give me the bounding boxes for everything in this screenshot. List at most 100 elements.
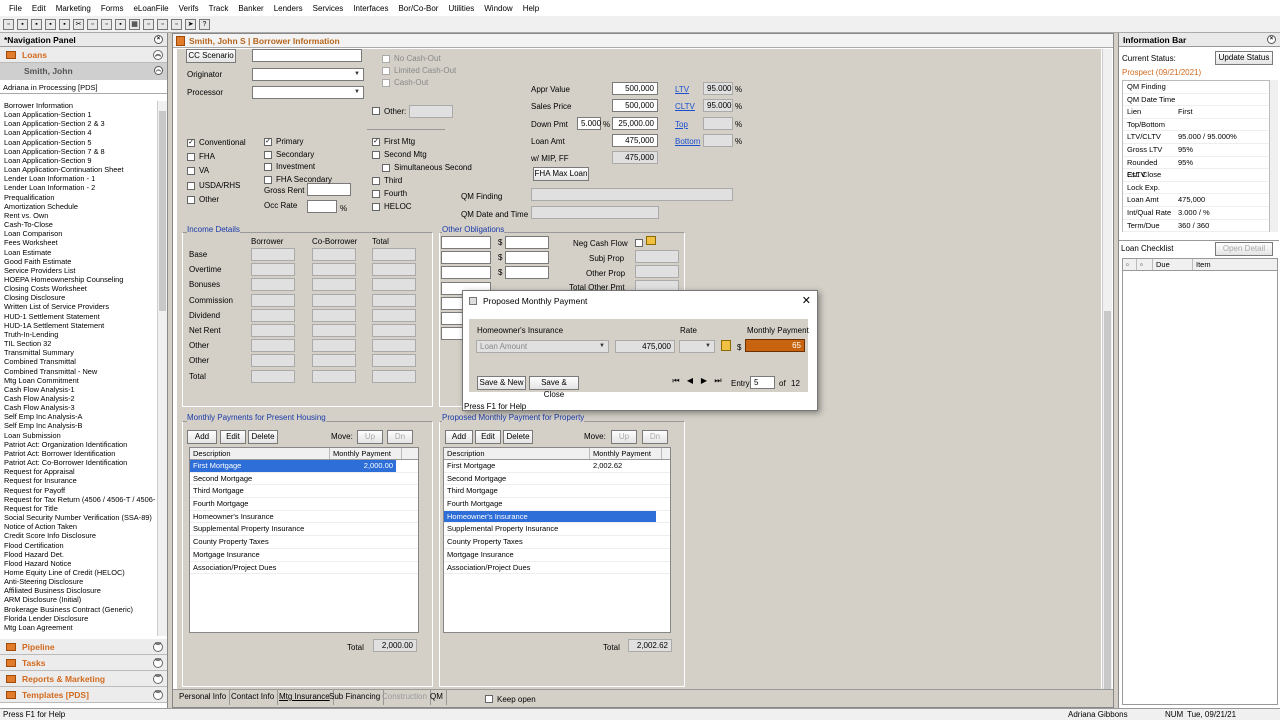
table-row[interactable]: Homeowner's Insurance [444,510,670,524]
nav-form-item[interactable]: HUD-1 Settlement Statement [0,312,157,321]
lock-icon[interactable] [721,340,731,351]
save-and-new-button[interactable]: Save & New [477,376,526,390]
obligation-amount-field[interactable] [505,236,549,249]
cc-scenario-button[interactable]: CC Scenario [186,49,236,63]
move-up-button[interactable]: Up [357,430,383,444]
table-row[interactable]: Second Mortgage [190,473,418,486]
processor-select[interactable]: ▼ [252,86,364,99]
print-icon[interactable]: ▪ [59,18,70,30]
tab-qm[interactable]: QM [427,689,447,705]
nav-form-item[interactable]: Flood Hazard Notice [0,559,157,568]
expand-icon[interactable]: ︾ [153,658,163,668]
table-row[interactable]: Fourth Mortgage [444,498,670,511]
loan-type-checkbox[interactable]: ✓ [187,139,195,147]
nav-form-item[interactable]: HUD-1A Settlement Statement [0,321,157,330]
menu-utilities[interactable]: Utilities [443,4,479,13]
nav-form-item[interactable]: Loan Comparison [0,229,157,238]
nav-form-item[interactable]: Credit Score Info Disclosure [0,531,157,540]
table-row[interactable]: Supplemental Property Insurance [444,523,670,537]
other-checkbox[interactable] [372,107,380,115]
nav-form-item[interactable]: Cash-To-Close [0,220,157,229]
nav-form-item[interactable]: Combined Transmittal - New [0,367,157,376]
down-amt-field[interactable]: 25,000.00 [612,117,658,130]
nav-form-item[interactable]: Closing Disclosure [0,293,157,302]
nav-form-item[interactable]: Rent vs. Own [0,211,157,220]
move-down-button[interactable]: Dn [387,430,413,444]
nav-form-item[interactable]: ARM Disclosure (Initial) [0,595,157,604]
ltv-link[interactable]: LTV [675,85,689,94]
nav-form-item[interactable]: TIL Section 32 [0,339,157,348]
nav-form-item[interactable]: Lender Loan Information - 2 [0,183,157,192]
table-row[interactable]: Third Mortgage [190,485,418,499]
down-pct-field[interactable]: 5.000 [577,117,601,130]
table-row[interactable]: County Property Taxes [444,536,670,549]
nav-form-item[interactable]: Mtg Loan Commitment [0,376,157,385]
copy-icon[interactable]: ▫ [87,18,98,30]
help-icon[interactable]: ? [199,18,210,30]
cltv-link[interactable]: CLTV [675,102,695,111]
loan-checklist-table[interactable]: ▫ ▫ Due Item [1122,258,1278,705]
menu-marketing[interactable]: Marketing [51,4,96,13]
occupancy-checkbox[interactable]: ✓ [264,138,272,146]
edit-button[interactable]: Edit [220,430,246,444]
nav-form-item[interactable]: Affiliated Business Disclosure [0,586,157,595]
menu-track[interactable]: Track [204,4,234,13]
nav-form-item[interactable]: Request for Tax Return (4506 / 4506-T / … [0,495,157,504]
form-icon[interactable]: ▫ [143,18,154,30]
menu-forms[interactable]: Forms [96,4,129,13]
occupancy-checkbox[interactable] [264,163,272,172]
tab-personalinfo[interactable]: Personal Info [176,689,231,705]
close-icon[interactable]: ✕ [802,294,811,307]
lien-checkbox[interactable] [372,190,380,198]
expand-icon[interactable]: ︾ [153,642,163,652]
obligation-amount-field[interactable] [505,251,549,265]
menu-eloanfile[interactable]: eLoanFile [128,4,173,13]
nav-section-tasks[interactable]: Tasks ︾ [0,655,167,671]
move-up-button[interactable]: Up [611,430,637,444]
nav-section-reportsmarketing[interactable]: Reports & Marketing ︾ [0,671,167,687]
lien-checkbox[interactable] [382,164,390,172]
close-icon[interactable]: × [154,35,163,44]
calculator-icon[interactable]: ▪ [115,18,126,30]
update-status-button[interactable]: Update Status [1215,51,1273,65]
basis-select[interactable]: Loan Amount [476,340,609,353]
nav-form-item[interactable]: Amortization Schedule [0,202,157,211]
cash-out-checkbox[interactable] [382,55,390,63]
nav-form-item[interactable]: Mtg Loan Agreement [0,623,157,632]
document-scrollbar[interactable] [1102,49,1112,693]
expand-icon[interactable]: ︾ [153,690,163,700]
table-row[interactable]: Second Mortgage [444,473,670,486]
obligation-name-field[interactable] [441,236,491,249]
nav-form-item[interactable]: Transmittal Summary [0,348,157,357]
table-row[interactable]: Association/Project Dues [444,562,670,575]
sales-price-field[interactable]: 500,000 [612,99,658,112]
occ-rate-field[interactable] [307,200,337,213]
nav-form-item[interactable]: Self Emp Inc Analysis-B [0,421,157,430]
other-field[interactable] [409,105,453,118]
nav-form-item[interactable]: Home Equity Line of Credit (HELOC) [0,568,157,577]
neg-cash-flow-checkbox[interactable] [635,239,643,247]
tab-contactinfo[interactable]: Contact Info [228,689,279,705]
nav-form-item[interactable]: Cash Flow Analysis-3 [0,403,157,412]
save-all-icon[interactable]: ▪ [45,18,56,30]
table-row[interactable]: Fourth Mortgage [190,498,418,511]
next-record-icon[interactable]: ▶ [698,376,710,389]
nav-form-item[interactable]: Request for Payoff [0,486,157,495]
table-row[interactable]: County Property Taxes [190,536,418,549]
menu-window[interactable]: Window [479,4,517,13]
save-icon[interactable]: ▪ [31,18,42,30]
add-button[interactable]: Add [187,430,217,444]
prev-record-icon[interactable]: ◀ [684,376,696,389]
lock-icon[interactable]: ▫ [157,18,168,30]
menu-interfaces[interactable]: Interfaces [348,4,393,13]
collapse-icon[interactable]: ︽ [154,66,163,75]
collapse-icon[interactable]: ︽ [153,50,163,60]
gross-rent-field[interactable] [307,183,351,196]
lien-checkbox[interactable] [372,203,380,211]
entry-field[interactable]: 5 [750,376,775,389]
keep-open-checkbox[interactable] [485,695,493,703]
table-row[interactable]: Homeowner's Insurance [190,511,418,524]
table-row[interactable]: First Mortgage 2,000.00 [190,460,418,473]
paste-icon[interactable]: ▫ [101,18,112,30]
nav-form-item[interactable]: Closing Costs Worksheet [0,284,157,293]
